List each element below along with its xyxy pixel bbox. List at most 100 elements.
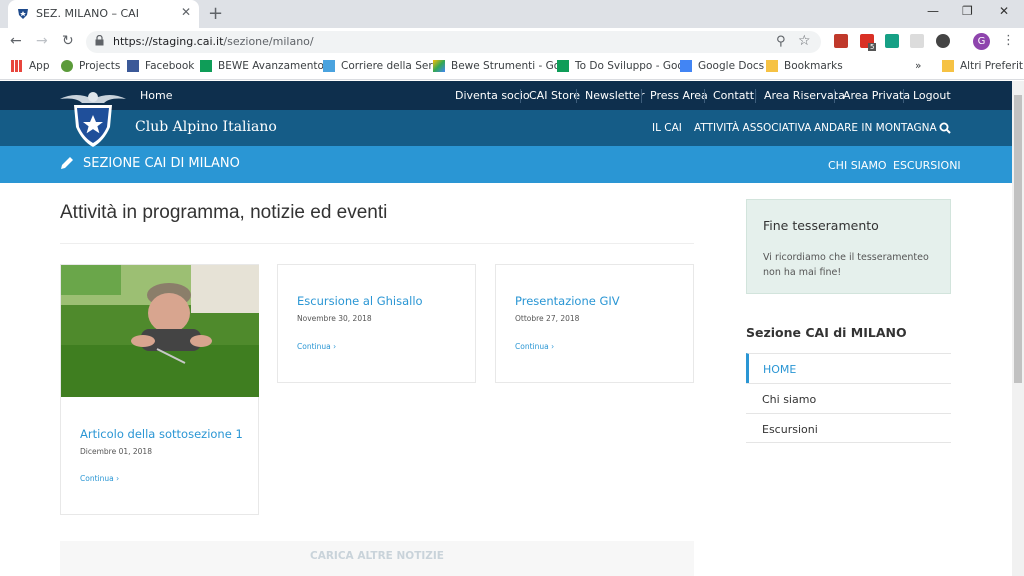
news-card[interactable]: Articolo della sottosezione 1 Dicembre 0… (60, 264, 259, 515)
divider (576, 89, 577, 103)
profile-avatar[interactable]: G (973, 33, 990, 50)
restore-icon[interactable]: ❐ (962, 4, 973, 18)
bookmark-other[interactable]: Altri Preferiti (942, 60, 1024, 72)
forward-icon[interactable]: → (36, 33, 48, 49)
page-scrollbar[interactable] (1012, 81, 1024, 576)
card-more-link[interactable]: Continua › (80, 474, 119, 483)
bookmark-google-docs[interactable]: Google Docs (680, 60, 764, 72)
top-link-contatti[interactable]: Contatti (713, 89, 757, 102)
news-card[interactable]: Escursione al Ghisallo Novembre 30, 2018… (277, 264, 476, 383)
top-navigation: Home Diventa socio CAI Store Newsletter … (0, 81, 1012, 110)
load-more-label: CARICA ALTRE NOTIZIE (310, 550, 444, 562)
url-host: https://staging.cai.it (113, 35, 224, 48)
top-link-newsletter[interactable]: Newsletter (585, 89, 644, 102)
main-navigation: Club Alpino Italiano IL CAI ATTIVITÀ ASS… (0, 110, 1012, 146)
sidebar-item-label: Escursioni (762, 423, 818, 436)
notice-text: Vi ricordiamo che il tesseramenteo non h… (763, 252, 929, 278)
card-title[interactable]: Articolo della sottosezione 1 (80, 427, 243, 441)
close-tab-icon[interactable]: ✕ (181, 5, 191, 19)
minimize-icon[interactable]: — (927, 4, 939, 18)
folder-icon (766, 60, 778, 72)
bookmark-star-icon[interactable]: ☆ (798, 33, 811, 49)
card-date: Dicembre 01, 2018 (80, 447, 152, 456)
bookmark-label: Projects (79, 60, 121, 72)
sidebar-item-home[interactable]: HOME (746, 353, 951, 383)
card-photo[interactable] (61, 265, 259, 397)
facebook-icon (127, 60, 139, 72)
browser-tab-strip: SEZ. MILANO – CAI ✕ + — ❐ ✕ (0, 0, 1024, 28)
card-more-link[interactable]: Continua › (515, 342, 554, 351)
users-extension-icon[interactable] (936, 34, 950, 48)
divider (704, 89, 705, 103)
nav-attivita-associativa[interactable]: ATTIVITÀ ASSOCIATIVA (694, 122, 811, 134)
bookmark-facebook[interactable]: Facebook (127, 60, 194, 72)
bookmark-label: Bookmarks (784, 60, 843, 72)
bookmark-apps[interactable]: App (11, 60, 50, 72)
bookmark-label: Corriere della Sera (341, 60, 440, 72)
card-title[interactable]: Escursione al Ghisallo (297, 294, 423, 308)
top-link-home[interactable]: Home (140, 89, 172, 102)
bookmark-folder[interactable]: Bookmarks (766, 60, 843, 72)
search-icon[interactable] (939, 122, 951, 134)
grammar-extension-icon[interactable] (885, 34, 899, 48)
bookmark-projects[interactable]: Projects (61, 60, 120, 72)
bookmark-bewe-avanzamento[interactable]: BEWE Avanzamento (200, 60, 324, 72)
top-link-diventa-socio[interactable]: Diventa socio (455, 89, 530, 102)
url-text: https://staging.cai.it/sezione/milano/ (113, 35, 314, 48)
top-link-cai-store[interactable]: CAI Store (529, 89, 580, 102)
top-link-press-area[interactable]: Press Area (650, 89, 708, 102)
sidebar-menu: HOME Chi siamo Escursioni (746, 353, 951, 443)
url-path: /sezione/milano/ (223, 35, 314, 48)
close-window-icon[interactable]: ✕ (999, 4, 1009, 18)
sheets-icon (200, 60, 212, 72)
bookmark-label: BEWE Avanzamento (218, 60, 324, 72)
bookmark-label: To Do Sviluppo - Goo (575, 60, 684, 72)
card-more-link[interactable]: Continua › (297, 342, 336, 351)
bookmark-corriere[interactable]: Corriere della Sera (323, 60, 439, 72)
tab-title: SEZ. MILANO – CAI (36, 7, 139, 20)
sidebar-item-chi-siamo[interactable]: Chi siamo (746, 383, 951, 413)
divider (755, 89, 756, 103)
top-link-logout[interactable]: Logout (913, 89, 951, 102)
sidebar-item-escursioni[interactable]: Escursioni (746, 413, 951, 443)
load-more-button[interactable]: CARICA ALTRE NOTIZIE (60, 541, 694, 576)
extension-badge: 5 (868, 43, 877, 51)
corriere-icon (323, 60, 335, 72)
bookmark-label: Google Docs (698, 60, 765, 72)
search-icon[interactable]: ⚲ (776, 34, 786, 49)
back-icon[interactable]: ← (10, 33, 22, 49)
scrollbar-thumb[interactable] (1014, 95, 1022, 383)
section-link-chi-siamo[interactable]: CHI SIAMO (828, 159, 887, 172)
divider (520, 89, 521, 103)
nav-il-cai[interactable]: IL CAI (652, 122, 682, 134)
divider (60, 243, 694, 244)
sidebar-menu-title: Sezione CAI di MILANO (746, 325, 907, 340)
cai-favicon-icon (18, 9, 28, 19)
cai-logo[interactable] (60, 89, 126, 149)
omnibox[interactable]: https://staging.cai.it/sezione/milano/ ⚲… (86, 31, 821, 53)
top-link-area-privata[interactable]: Area Privata (843, 89, 910, 102)
browser-tab[interactable]: SEZ. MILANO – CAI ✕ (8, 0, 199, 28)
pdf-extension-icon[interactable] (834, 34, 848, 48)
bookmark-label: Facebook (145, 60, 195, 72)
card-title[interactable]: Presentazione GIV (515, 294, 620, 308)
sidebar-item-label: HOME (763, 363, 797, 376)
reload-icon[interactable]: ↻ (62, 33, 74, 49)
apps-grid-icon (11, 60, 23, 72)
section-title: SEZIONE CAI DI MILANO (83, 156, 240, 171)
new-tab-icon[interactable]: + (208, 3, 223, 24)
top-link-area-riservata[interactable]: Area Riservata (764, 89, 845, 102)
section-link-escursioni[interactable]: ESCURSIONI (893, 159, 961, 172)
bookmark-todo[interactable]: To Do Sviluppo - Goo (557, 60, 684, 72)
bookmark-label: App (29, 60, 50, 72)
menu-dots-icon[interactable]: ⋮ (1002, 33, 1015, 48)
bookmark-bewe-strumenti[interactable]: Bewe Strumenti - Go (433, 60, 560, 72)
chat-extension-icon[interactable] (910, 34, 924, 48)
site-brand[interactable]: Club Alpino Italiano (135, 119, 277, 135)
nav-andare-in-montagna[interactable]: ANDARE IN MONTAGNA (814, 122, 937, 134)
card-date: Novembre 30, 2018 (297, 314, 372, 323)
news-card[interactable]: Presentazione GIV Ottobre 27, 2018 Conti… (495, 264, 694, 383)
docs-icon (680, 60, 692, 72)
divider (641, 89, 642, 103)
bookmarks-overflow[interactable]: » (915, 60, 921, 72)
